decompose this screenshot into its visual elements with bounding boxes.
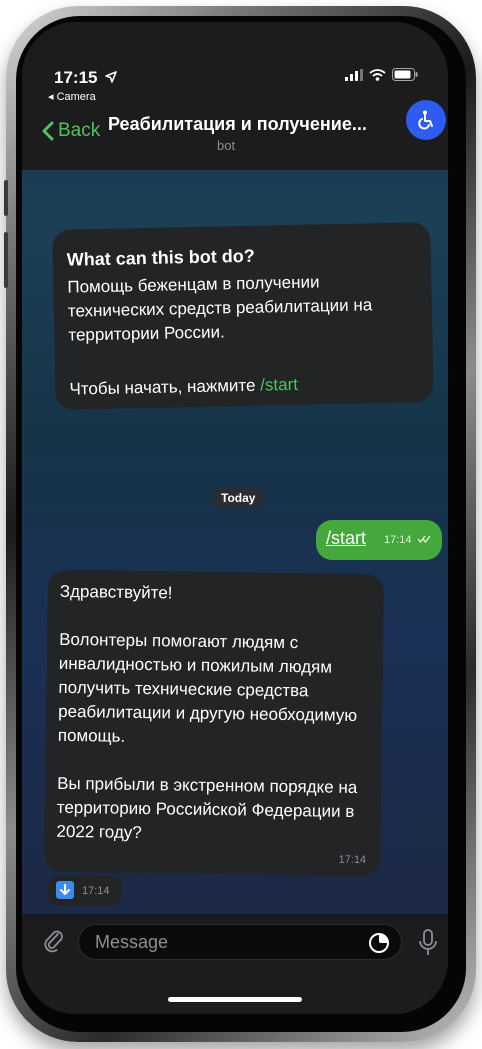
side-button	[4, 232, 8, 288]
back-label: Back	[58, 120, 101, 141]
paperclip-icon[interactable]	[42, 926, 66, 954]
wheelchair-icon	[418, 110, 433, 130]
wifi-icon	[369, 68, 386, 81]
outgoing-message[interactable]: /start 17:14	[316, 520, 442, 560]
back-button[interactable]: Back	[42, 120, 100, 142]
screen: 17:15 ◂ Camera Back Реабилитация и получ…	[22, 22, 448, 1014]
microphone-icon[interactable]	[418, 928, 438, 958]
battery-icon	[392, 68, 418, 81]
status-time: 17:15	[54, 68, 118, 88]
message-paragraph: Здравствуйте!	[59, 581, 173, 603]
status-back-app[interactable]: ◂ Camera	[48, 90, 96, 103]
start-prefix: Чтобы начать, нажмите	[69, 375, 261, 399]
status-icons	[345, 68, 418, 81]
down-arrow-icon	[56, 881, 74, 899]
home-indicator[interactable]	[168, 997, 302, 1002]
message-time: 17:14	[338, 853, 367, 867]
incoming-message[interactable]: Здравствуйте! Волонтеры помогают людям с…	[43, 569, 385, 877]
bot-info-start: Чтобы начать, нажмите /start	[69, 375, 298, 400]
start-command-link[interactable]: /start	[260, 375, 298, 395]
bot-info-title: What can this bot do?	[66, 245, 255, 270]
message-body: Здравствуйте! Волонтеры помогают людям с…	[56, 580, 378, 848]
message-time: 17:14	[82, 885, 110, 897]
side-button	[4, 180, 8, 216]
chat-subtitle: bot	[217, 138, 236, 153]
location-arrow-icon	[105, 71, 118, 83]
chat-title[interactable]: Реабилитация и получение...	[108, 114, 390, 135]
chevron-left-icon	[42, 121, 54, 141]
incoming-message[interactable]: 17:14	[48, 876, 122, 906]
message-time: 17:14	[384, 534, 431, 546]
message-paragraph: Вы прибыли в экстренном порядке на терри…	[56, 773, 358, 843]
bot-info-card: What can this bot do? Помощь беженцам в …	[52, 222, 434, 410]
signal-bars-icon	[345, 68, 363, 81]
top-bar: 17:15 ◂ Camera Back Реабилитация и получ…	[22, 22, 448, 170]
sticker-icon[interactable]	[368, 932, 390, 954]
bot-avatar[interactable]	[406, 100, 446, 140]
message-input[interactable]	[78, 924, 402, 960]
read-checks-icon	[417, 535, 431, 544]
bot-info-description: Помощь беженцам в получении технических …	[67, 272, 373, 345]
message-text[interactable]: /start	[326, 528, 366, 549]
date-separator: Today	[212, 488, 265, 508]
message-paragraph: Волонтеры помогают людям с инвалидностью…	[57, 629, 358, 746]
